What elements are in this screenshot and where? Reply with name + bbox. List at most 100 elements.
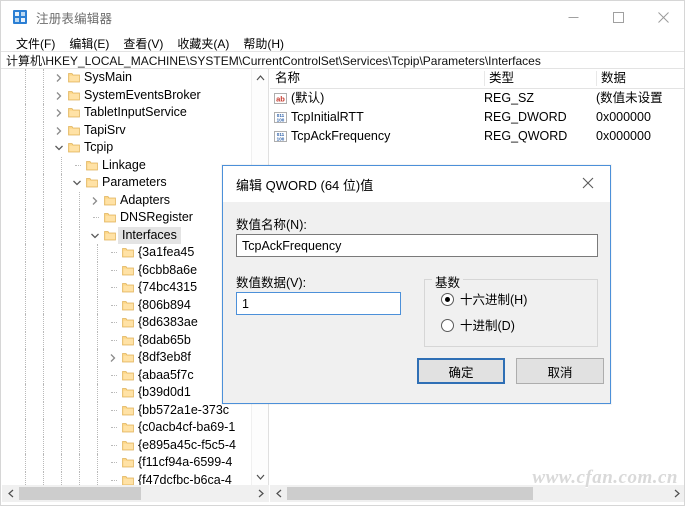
radio-decimal[interactable]: 十进制(D) (441, 319, 515, 333)
tree-item[interactable]: {74bc4315 (2, 279, 252, 297)
tree-item[interactable]: TapiSrv (2, 121, 252, 139)
tree-indent-guide (25, 384, 27, 402)
dialog-title-bar: 编辑 QWORD (64 位)值 (223, 166, 610, 202)
folder-icon (104, 195, 116, 206)
tree-item[interactable]: {806b894 (2, 296, 252, 314)
address-bar[interactable]: 计算机\HKEY_LOCAL_MACHINE\SYSTEM\CurrentCon… (1, 51, 684, 69)
folder-icon (122, 457, 134, 468)
tree-item[interactable]: {b39d0d1 (2, 384, 252, 402)
tree-hscroll-thumb[interactable] (19, 487, 141, 500)
tree-indent-guide (43, 419, 45, 437)
tree-item[interactable]: Adapters (2, 191, 252, 209)
tree-horizontal-scrollbar[interactable] (2, 485, 269, 502)
tree-item[interactable]: {3a1fea45 (2, 244, 252, 262)
key-tree[interactable]: SysMain SystemEventsBroker TabletInputServ… (2, 69, 252, 485)
tree-item[interactable]: Linkage (2, 156, 252, 174)
tree-indent-guide (61, 174, 63, 192)
value-list-scroll-left-button[interactable] (270, 485, 287, 502)
tree-item[interactable]: SysMain (2, 69, 252, 87)
tree-item-label: {abaa5f7c (138, 367, 194, 382)
folder-icon (122, 335, 134, 346)
menu-file[interactable]: 文件(F) (9, 34, 62, 53)
folder-icon (122, 405, 134, 416)
chevron-down-icon[interactable] (54, 143, 64, 153)
menu-help[interactable]: 帮助(H) (236, 34, 291, 53)
tree-item[interactable]: {c0acb4cf-ba69-1 (2, 419, 252, 437)
cancel-button-label: 取消 (547, 365, 573, 380)
radio-hexadecimal[interactable]: 十六进制(H) (441, 293, 527, 307)
value-list-hscroll-thumb[interactable] (287, 487, 533, 500)
tree-elbow-connector (111, 252, 117, 254)
tree-elbow-connector (111, 269, 117, 272)
tree-item[interactable]: Tcpip (2, 139, 252, 157)
value-name-input[interactable]: TcpAckFrequency (236, 234, 598, 257)
value-data-label: 数值数据(V): (236, 276, 307, 290)
tree-scroll-left-button[interactable] (2, 485, 19, 502)
chevron-right-icon[interactable] (54, 126, 64, 136)
tree-item[interactable]: Interfaces (2, 226, 252, 244)
tree-item[interactable]: {abaa5f7c (2, 366, 252, 384)
chevron-down-icon[interactable] (72, 178, 82, 188)
tree-indent-guide (79, 349, 81, 367)
tree-indent-guide (79, 261, 81, 279)
tree-indent-guide (43, 209, 45, 227)
tree-item[interactable]: {8dab65b (2, 331, 252, 349)
menu-edit[interactable]: 编辑(E) (62, 34, 116, 53)
tree-item[interactable]: {f47dcfbc-b6ca-4 (2, 471, 252, 485)
value-row[interactable]: 011 100 TcpInitialRTT REG_DWORD 0x000000 (270, 108, 684, 127)
tree-indent-guide (79, 331, 81, 349)
tree-item[interactable]: {f11cf94a-6599-4 (2, 454, 252, 472)
tree-indent-guide (43, 384, 45, 402)
tree-indent-guide (61, 156, 63, 174)
close-button[interactable] (641, 1, 684, 33)
tree-indent-guide (61, 279, 63, 297)
chevron-right-icon[interactable] (54, 73, 64, 83)
tree-scroll-up-button[interactable] (252, 69, 268, 86)
tree-item[interactable]: {8d6383ae (2, 314, 252, 332)
tree-indent-guide (25, 471, 27, 485)
tree-indent-guide (61, 191, 63, 209)
tree-indent-guide (43, 121, 45, 139)
folder-icon (122, 247, 134, 258)
value-list-body[interactable]: ab (默认) REG_SZ (数值未设置 011 100 TcpInitialRTT REG… (270, 89, 684, 146)
binary-value-icon: 011 100 (274, 130, 287, 143)
tree-item[interactable]: DNSRegister (2, 209, 252, 227)
dialog-close-button[interactable] (566, 166, 610, 200)
value-data-input[interactable]: 1 (236, 292, 401, 315)
chevron-right-icon[interactable] (90, 196, 100, 206)
chevron-down-icon[interactable] (90, 231, 100, 241)
radio-decimal-indicator (441, 319, 454, 332)
cancel-button[interactable]: 取消 (516, 358, 604, 384)
tree-elbow-connector (111, 322, 117, 324)
chevron-right-icon[interactable] (108, 353, 118, 363)
folder-icon (68, 72, 80, 83)
svg-text:100: 100 (277, 118, 285, 123)
tree-indent-guide (61, 384, 63, 402)
tree-scroll-right-button[interactable] (252, 485, 269, 502)
column-header-type[interactable]: 类型 (484, 69, 596, 88)
column-header-name[interactable]: 名称 (270, 69, 484, 88)
tree-item[interactable]: SystemEventsBroker (2, 86, 252, 104)
tree-item[interactable]: Parameters (2, 174, 252, 192)
tree-item[interactable]: TabletInputService (2, 104, 252, 122)
menu-favorites[interactable]: 收藏夹(A) (170, 34, 236, 53)
value-row[interactable]: 011 100 TcpAckFrequency REG_QWORD 0x000000 (270, 127, 684, 146)
tree-item[interactable]: {e895a45c-f5c5-4 (2, 436, 252, 454)
tree-indent-guide (61, 349, 63, 367)
tree-item[interactable]: {bb572a1e-373c (2, 401, 252, 419)
site-watermark: www.cfan.com.cn (532, 467, 678, 488)
value-type: REG_DWORD (484, 110, 567, 124)
tree-item[interactable]: {6cbb8a6e (2, 261, 252, 279)
menu-view[interactable]: 查看(V) (116, 34, 170, 53)
folder-icon (122, 387, 134, 398)
minimize-button[interactable] (551, 1, 596, 33)
column-header-data[interactable]: 数据 (596, 69, 684, 88)
chevron-right-icon[interactable] (54, 91, 64, 101)
chevron-right-icon[interactable] (54, 108, 64, 118)
tree-item-label: {8dab65b (138, 332, 191, 347)
maximize-button[interactable] (596, 1, 641, 33)
tree-item[interactable]: {8df3eb8f (2, 349, 252, 367)
tree-scroll-down-button[interactable] (252, 468, 268, 485)
ok-button[interactable]: 确定 (417, 358, 505, 384)
value-row[interactable]: ab (默认) REG_SZ (数值未设置 (270, 89, 684, 108)
